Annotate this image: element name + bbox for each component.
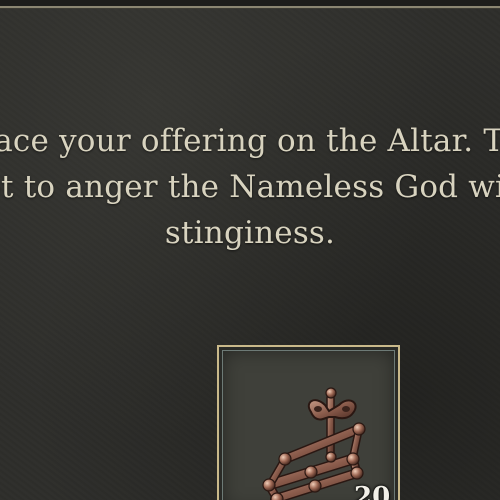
top-frame-border: [0, 0, 500, 8]
iron-stocks-icon: [262, 387, 366, 500]
offering-screen: Place your offering on the Altar. Try no…: [0, 0, 500, 500]
offering-slot[interactable]: 20: [217, 345, 400, 500]
message-line-3: stinginess.: [164, 215, 336, 251]
item-count: 20: [354, 482, 391, 500]
message-line-2: not to anger the Nameless God with: [0, 169, 500, 205]
altar-message: Place your offering on the Altar. Try no…: [0, 118, 500, 256]
message-line-1: Place your offering on the Altar. Try: [0, 123, 500, 159]
